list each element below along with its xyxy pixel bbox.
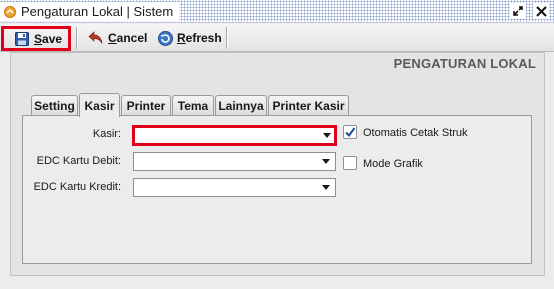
floppy-disk-icon xyxy=(14,31,30,47)
chevron-down-icon xyxy=(322,185,330,190)
cancel-button[interactable]: Cancel xyxy=(84,26,148,50)
tab-printer[interactable]: Printer xyxy=(121,95,171,116)
edc-debit-label: EDC Kartu Debit: xyxy=(36,155,121,167)
mode-grafik-label[interactable]: Mode Grafik xyxy=(363,158,423,170)
save-button[interactable]: Save xyxy=(1,26,71,51)
checkmark-icon xyxy=(345,127,356,138)
window-title: Pengaturan Lokal | Sistem xyxy=(21,4,174,19)
page-title: PENGATURAN LOKAL xyxy=(393,56,536,71)
chevron-down-icon xyxy=(322,159,330,164)
tab-printer-kasir[interactable]: Printer Kasir xyxy=(268,95,349,116)
kasir-label: Kasir: xyxy=(92,128,121,140)
close-icon[interactable] xyxy=(533,3,549,19)
toolbar-separator xyxy=(226,27,227,49)
edc-kredit-select[interactable] xyxy=(133,178,336,197)
cancel-label: Cancel xyxy=(108,31,148,45)
app-icon xyxy=(4,5,16,18)
toolbar-separator xyxy=(76,27,77,49)
otomatis-cetak-struk-checkbox[interactable] xyxy=(343,125,357,139)
save-label: Save xyxy=(34,31,63,46)
tab-lainnya[interactable]: Lainnya xyxy=(215,95,267,116)
otomatis-cetak-struk-label[interactable]: Otomatis Cetak Struk xyxy=(363,127,468,139)
refresh-label: Refresh xyxy=(177,31,222,45)
refresh-icon xyxy=(157,30,173,46)
kasir-select[interactable] xyxy=(132,125,337,146)
mode-grafik-checkbox[interactable] xyxy=(343,156,357,170)
edc-debit-select[interactable] xyxy=(133,152,336,171)
tab-tema[interactable]: Tema xyxy=(172,95,214,116)
window-title-wrap: Pengaturan Lokal | Sistem xyxy=(0,2,180,21)
tab-kasir[interactable]: Kasir xyxy=(79,93,120,117)
tab-setting[interactable]: Setting xyxy=(31,95,78,116)
restore-icon[interactable] xyxy=(510,3,526,19)
toolbar: Save Cancel Refresh xyxy=(0,24,554,52)
undo-arrow-icon xyxy=(88,30,104,46)
edc-kredit-label: EDC Kartu Kredit: xyxy=(33,181,121,193)
title-bar: Pengaturan Lokal | Sistem xyxy=(0,0,554,23)
chevron-down-icon xyxy=(323,133,331,138)
refresh-button[interactable]: Refresh xyxy=(153,26,225,50)
